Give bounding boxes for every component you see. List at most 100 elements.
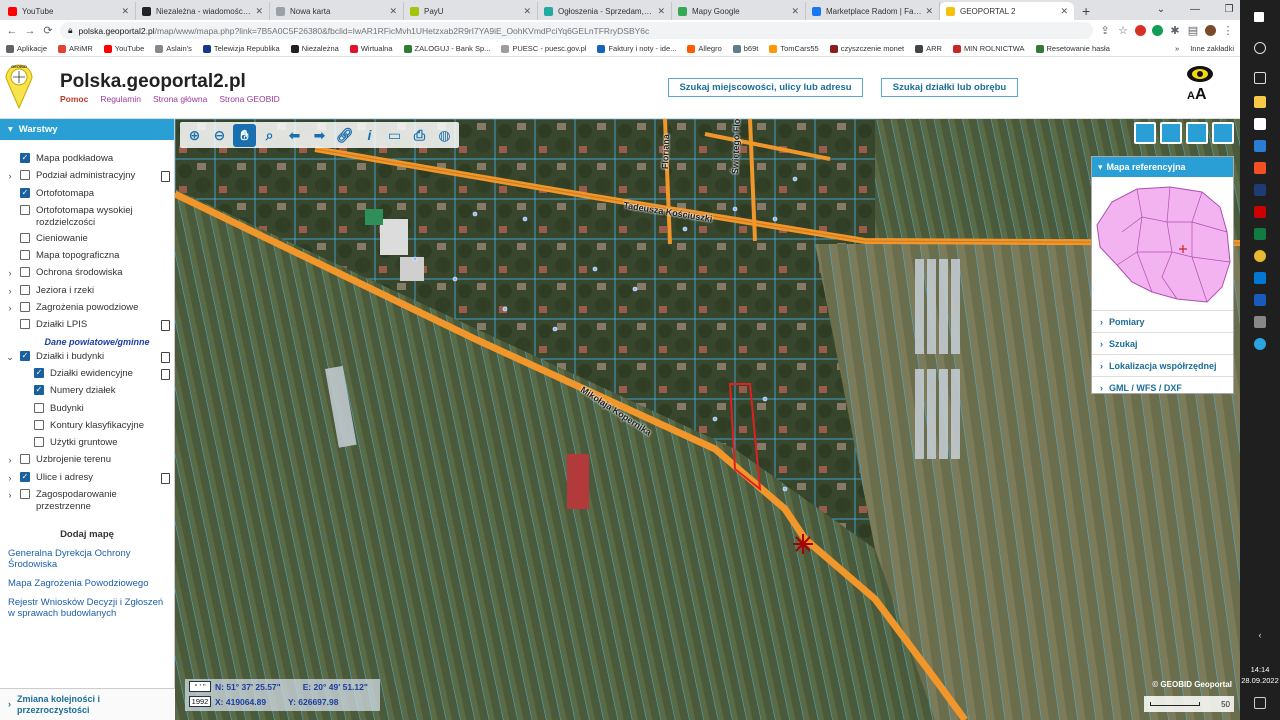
- expand-arrow-icon[interactable]: ⌄: [4, 351, 16, 363]
- bookmark-item[interactable]: YouTube: [103, 44, 144, 53]
- bookmark-item[interactable]: Telewizja Republika: [202, 44, 280, 53]
- reference-tool-row[interactable]: › Lokalizacja współrzędnej: [1092, 354, 1233, 376]
- reading-list-icon[interactable]: ▤: [1187, 24, 1199, 37]
- site-nav-link[interactable]: Strona GEOBID: [219, 94, 279, 104]
- tab-search-icon[interactable]: ⌄: [1144, 0, 1178, 20]
- layer-info-document-icon[interactable]: [161, 351, 170, 363]
- other-bookmarks[interactable]: Inne zakładki: [1190, 44, 1234, 53]
- next-view-icon[interactable]: ➡: [308, 124, 331, 147]
- browser-tab[interactable]: Niezależna - wiadomości | infor ✕: [136, 2, 270, 20]
- tab-close-icon[interactable]: ✕: [1060, 6, 1068, 17]
- layer-checkbox[interactable]: [20, 204, 30, 215]
- profile-avatar-icon[interactable]: [1205, 25, 1216, 36]
- map-view[interactable]: Tadeusza Kościuszki Świętego Floriana Mi…: [175, 119, 1240, 720]
- layers-header[interactable]: ▾ Warstwy: [0, 119, 174, 140]
- layer-checkbox[interactable]: ✓: [20, 350, 30, 361]
- layer-checkbox[interactable]: ✓: [20, 471, 30, 482]
- app-icon-7[interactable]: [1254, 316, 1266, 328]
- layer-checkbox[interactable]: [20, 302, 30, 313]
- extensions-puzzle-icon[interactable]: ✱: [1169, 24, 1181, 37]
- file-explorer-icon[interactable]: [1254, 96, 1266, 108]
- app-icon-4[interactable]: [1254, 184, 1266, 196]
- measure-ruler-icon[interactable]: ▭: [383, 124, 406, 147]
- browser-tab[interactable]: PayU ✕: [404, 2, 538, 20]
- layer-checkbox[interactable]: [20, 454, 30, 465]
- bookmark-item[interactable]: ZALOGUJ - Bank Sp...: [403, 44, 490, 53]
- bookmark-item[interactable]: Resetowanie hasła: [1035, 44, 1110, 53]
- bookmark-item[interactable]: b69t: [732, 44, 758, 53]
- extension-leaf-icon[interactable]: [1152, 25, 1163, 36]
- layer-checkbox[interactable]: [20, 319, 30, 330]
- browser-menu-icon[interactable]: ⋮: [1222, 24, 1234, 37]
- reload-icon[interactable]: ⟳: [42, 24, 54, 37]
- zoom-in-icon[interactable]: ⊕: [183, 124, 206, 147]
- layout-export-icon[interactable]: [1186, 122, 1208, 144]
- browser-tab[interactable]: Marketplace Radom | Facebook✕: [806, 2, 940, 20]
- tab-close-icon[interactable]: ✕: [657, 6, 665, 17]
- pan-hand-icon[interactable]: ✋︎: [233, 123, 256, 147]
- expand-arrow-icon[interactable]: ›: [4, 454, 16, 466]
- expand-arrow-icon[interactable]: ›: [4, 267, 16, 279]
- layer-checkbox[interactable]: [34, 419, 44, 430]
- bookmark-item[interactable]: MIN ROLNICTWA: [952, 44, 1025, 53]
- excel-icon[interactable]: [1254, 228, 1266, 240]
- bookmark-item[interactable]: PUESC - puesc.gov.pl: [501, 44, 586, 53]
- notifications-icon[interactable]: [1254, 697, 1266, 709]
- layer-checkbox[interactable]: ✓: [20, 153, 30, 163]
- layer-info-document-icon[interactable]: [161, 320, 170, 332]
- expand-arrow-icon[interactable]: ›: [4, 302, 16, 314]
- layout-right-panel-icon[interactable]: [1212, 122, 1234, 144]
- task-view-icon[interactable]: [1254, 72, 1266, 84]
- print-icon[interactable]: ⎙: [408, 124, 431, 147]
- browser-tab[interactable]: Mapy Google ✕: [672, 2, 806, 20]
- coord-format-tag[interactable]: ° ' ": [189, 681, 211, 692]
- bookmark-item[interactable]: Faktury i noty - ide...: [597, 44, 676, 53]
- orthophoto-map[interactable]: [175, 119, 1240, 720]
- tab-close-icon[interactable]: ✕: [389, 6, 397, 17]
- address-bar[interactable]: 🔒︎ polska.geoportal2.pl/map/www/mapa.php…: [60, 22, 1093, 39]
- reference-tool-row[interactable]: › Pomiary: [1092, 310, 1233, 332]
- expand-arrow-icon[interactable]: ›: [4, 285, 16, 297]
- search-icon[interactable]: [1254, 42, 1266, 54]
- app-icon-5[interactable]: [1254, 206, 1266, 218]
- reference-map-header[interactable]: ▾ Mapa referencyjna: [1092, 157, 1233, 177]
- zoom-out-icon[interactable]: ⊖: [208, 124, 231, 147]
- tab-close-icon[interactable]: ✕: [255, 6, 263, 17]
- expand-arrow-icon[interactable]: ›: [4, 170, 16, 182]
- edge-icon[interactable]: [1254, 338, 1266, 350]
- extension-opera-icon[interactable]: [1135, 25, 1146, 36]
- layer-info-document-icon[interactable]: [161, 472, 170, 484]
- poland-reference-map[interactable]: [1092, 177, 1235, 307]
- layer-checkbox[interactable]: ✓: [34, 367, 44, 378]
- layer-info-document-icon[interactable]: [161, 171, 170, 183]
- tab-close-icon[interactable]: ✕: [523, 6, 531, 17]
- accessibility-eye-icon[interactable]: [1186, 65, 1214, 83]
- font-size-toggle[interactable]: AA: [1187, 86, 1207, 104]
- forward-icon[interactable]: →: [24, 25, 36, 37]
- info-icon[interactable]: i: [358, 124, 381, 147]
- previous-view-icon[interactable]: ⬅: [283, 124, 306, 147]
- layer-checkbox[interactable]: [20, 232, 30, 243]
- reference-tool-row[interactable]: › GML / WFS / DXF: [1092, 376, 1233, 398]
- layer-checkbox[interactable]: [20, 250, 30, 261]
- windows-start-icon[interactable]: [1254, 12, 1264, 22]
- layer-order-button[interactable]: › Zmiana kolejności i przezroczystości: [0, 688, 175, 720]
- coord-system-tag[interactable]: 1992: [189, 696, 211, 707]
- add-map-link[interactable]: Generalna Dyrekcja Ochrony Środowiska: [0, 548, 174, 570]
- bookmark-item[interactable]: ARR: [915, 44, 942, 53]
- site-nav-link[interactable]: Strona główna: [153, 94, 207, 104]
- layer-info-document-icon[interactable]: [161, 368, 170, 380]
- new-tab-button[interactable]: +: [1074, 2, 1098, 20]
- site-nav-link[interactable]: Regulamin: [100, 94, 141, 104]
- word-icon[interactable]: [1254, 294, 1266, 306]
- bookmark-item[interactable]: Wirtualna: [349, 44, 393, 53]
- layer-checkbox[interactable]: [34, 437, 44, 448]
- expand-arrow-icon[interactable]: ›: [4, 489, 16, 501]
- tab-close-icon[interactable]: ✕: [121, 6, 129, 17]
- bookmark-item[interactable]: czyszczenie monet: [829, 44, 904, 53]
- add-map-link[interactable]: Mapa Zagrożenia Powodziowego: [0, 578, 174, 589]
- app-icon-1[interactable]: [1254, 118, 1266, 130]
- layer-checkbox[interactable]: [20, 170, 30, 181]
- reference-tool-row[interactable]: › Szukaj: [1092, 332, 1233, 354]
- search-parcel-button[interactable]: Szukaj działki lub obrębu: [881, 78, 1018, 97]
